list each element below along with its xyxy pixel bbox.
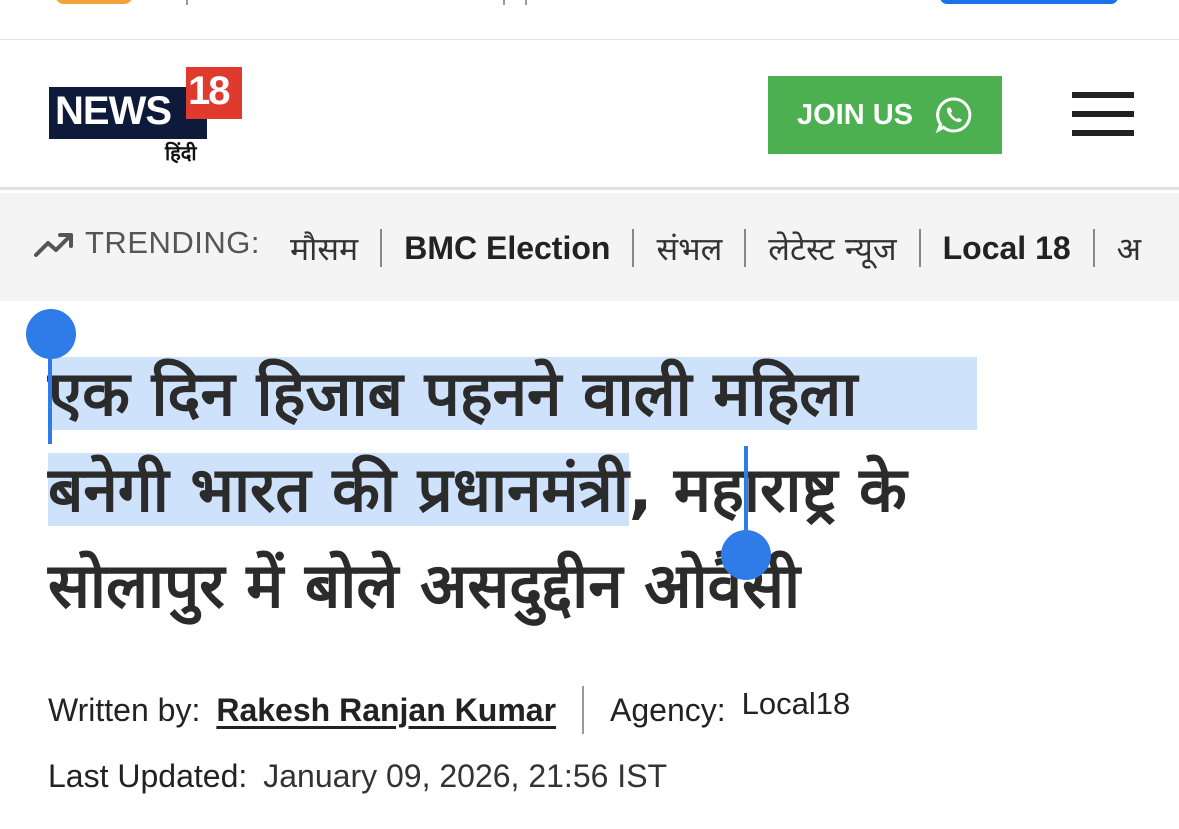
last-updated: Last Updated: January 09, 2026, 21:56 IS… [48,758,667,795]
trending-item-latest-news[interactable]: लेटेस्ट न्यूज [768,227,896,270]
divider [503,0,505,5]
headline-line-1: एक दिन हिजाब पहनने वाली महिला [48,346,1138,442]
last-updated-value: January 09, 2026, 21:56 IST [263,758,668,794]
trending-separator [918,229,921,267]
site-header: NEWS 18 हिंदी JOIN US [0,40,1179,190]
selection-end-handle[interactable] [721,530,771,580]
logo-number-text: 18 [188,69,230,113]
trending-separator [632,229,635,267]
headline-line-3: सोलापुर में बोले असदुद्दीन ओवैसी [48,549,801,622]
selected-text[interactable]: एक दिन हिजाब पहनने वाली महिला [48,357,978,430]
join-us-button[interactable]: JOIN US [768,76,1002,154]
top-right-button[interactable] [940,0,1118,4]
top-left-element [55,0,133,4]
divider [525,0,527,5]
last-updated-label: Last Updated: [48,758,248,794]
agency-value: Local18 [741,686,851,721]
byline-separator [582,686,585,734]
whatsapp-icon [935,96,973,134]
article-headline[interactable]: एक दिन हिजाब पहनने वाली महिला बनेगी भारत… [48,346,1138,634]
top-browser-strip [0,0,1179,40]
news18-hindi-logo[interactable]: NEWS 18 हिंदी [49,67,244,177]
logo-brand-text: NEWS [55,89,172,133]
trending-separator [1092,229,1095,267]
headline-line-2: बनेगी भारत की प्रधानमंत्री, महाराष्ट्र क… [48,442,1138,538]
agency-label: Agency: [610,691,726,728]
trending-item-local-18[interactable]: Local 18 [943,230,1071,267]
headline-text: , महाराष्ट्र के [628,453,907,526]
trending-bar: TRENDING: मौसम BMC Election संभल लेटेस्ट… [0,193,1179,301]
trending-item-mausam[interactable]: मौसम [290,227,358,270]
trending-item-bmc-election[interactable]: BMC Election [404,230,610,267]
trending-label: TRENDING: [85,225,260,260]
join-us-label: JOIN US [796,98,914,131]
trending-item-cut-off[interactable]: अ [1117,227,1141,270]
selection-start-handle[interactable] [26,309,76,359]
article-byline: Written by: Rakesh Ranjan Kumar Agency: … [48,685,850,735]
author-link[interactable]: Rakesh Ranjan Kumar [216,692,556,729]
divider [186,0,188,5]
trending-separator [744,229,747,267]
hamburger-menu-icon[interactable] [1072,92,1134,138]
logo-language-text: हिंदी [165,141,197,165]
trending-items: मौसम BMC Election संभल लेटेस्ट न्यूज Loc… [290,223,1141,273]
trending-up-icon [34,231,74,259]
trending-item-sambhal[interactable]: संभल [656,227,722,270]
written-by-label: Written by: [48,691,201,728]
trending-separator [380,229,383,267]
selected-text[interactable]: बनेगी भारत की प्रधानमंत्री [48,453,629,526]
